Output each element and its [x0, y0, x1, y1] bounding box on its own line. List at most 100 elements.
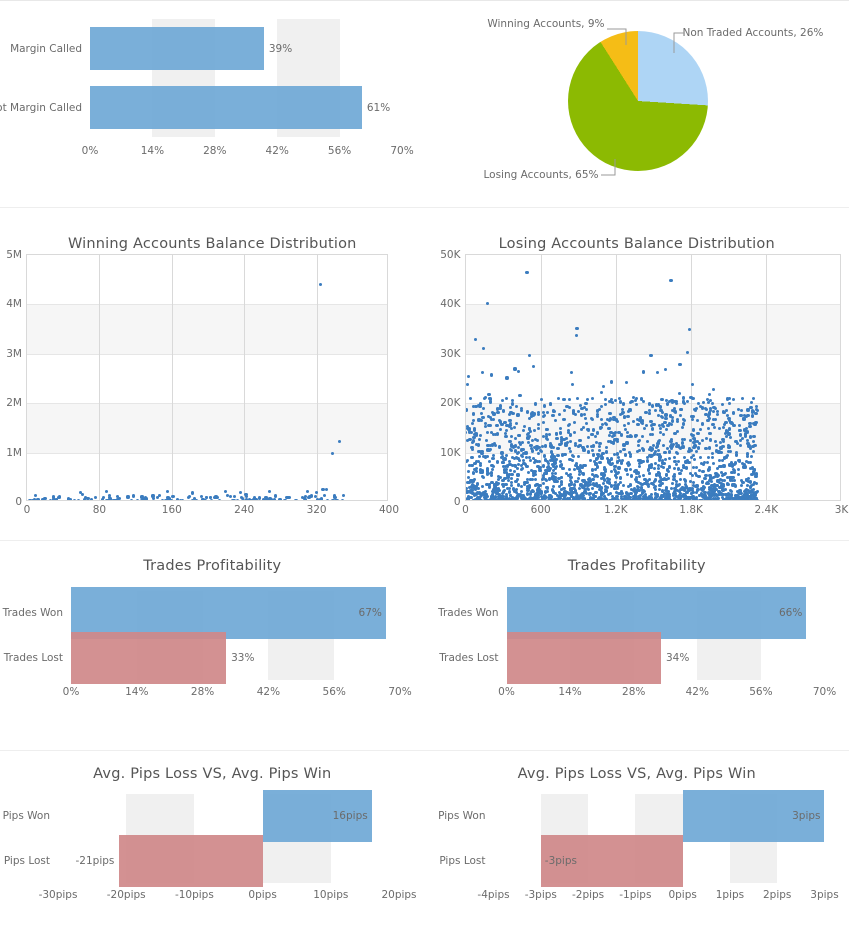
scatter-point	[591, 486, 595, 490]
scatter-point	[519, 463, 523, 467]
scatter-point	[658, 404, 662, 409]
scatter-point	[634, 478, 638, 482]
scatter-point	[58, 495, 62, 499]
scatter-point	[485, 499, 489, 500]
scatter-point	[606, 492, 611, 496]
scatter-point	[545, 468, 549, 473]
scatter-point	[188, 495, 192, 499]
bar-trades-lost[interactable]	[71, 631, 227, 684]
scatter-point	[520, 454, 524, 458]
scatter-point	[643, 482, 647, 486]
scatter-point	[496, 477, 500, 482]
scatter-point	[151, 494, 155, 498]
scatter-point	[733, 470, 737, 475]
scatter-point	[646, 459, 650, 463]
scatter-point	[748, 422, 752, 426]
scatter-point	[257, 495, 261, 499]
scatter-point	[730, 421, 734, 425]
scatter-point	[609, 456, 613, 461]
scatter-point	[586, 499, 590, 500]
scatter-point	[700, 406, 705, 411]
x-axis-tick: 42%	[256, 686, 281, 698]
panel-pips-right: Avg. Pips Loss VS, Avg. Pips Win 3pips Pi…	[425, 751, 849, 951]
scatter-point	[685, 351, 689, 355]
scatter-point	[643, 477, 647, 481]
scatter-point	[595, 465, 599, 469]
scatter-point	[598, 460, 602, 464]
scatter-point	[594, 457, 598, 461]
scatter-point	[470, 456, 474, 460]
scatter-point	[707, 455, 711, 459]
bar-pips-lost[interactable]	[119, 834, 263, 887]
pips-left-title: Avg. Pips Loss VS, Avg. Pips Win	[93, 766, 332, 782]
trades-profitability-left-chart: 67% Trades Won 33% Trades Lost 0% 14% 28% 42% 56…	[3, 587, 412, 706]
scatter-point	[238, 490, 243, 494]
scatter-point	[654, 478, 658, 482]
scatter-point	[532, 364, 536, 369]
scatter-point	[522, 428, 526, 432]
scatter-point	[472, 471, 476, 475]
scatter-point	[720, 495, 724, 500]
scatter-point	[525, 488, 529, 492]
scatter-point	[633, 398, 638, 403]
y-axis-tick: 5M	[6, 249, 22, 261]
scatter-point	[497, 446, 501, 450]
x-axis-tick: 0%	[62, 686, 80, 698]
pie-leader-losing	[600, 157, 620, 181]
scatter-point	[598, 441, 602, 445]
scatter-point	[599, 391, 603, 395]
scatter-point	[676, 459, 680, 464]
scatter-point	[473, 499, 477, 500]
x-axis-tick: 14%	[125, 686, 149, 698]
scatter-point	[716, 479, 720, 483]
scatter-point	[588, 458, 592, 462]
scatter-point	[268, 489, 272, 493]
scatter-point	[545, 427, 549, 432]
scatter-point	[666, 423, 671, 427]
scatter-point	[559, 475, 563, 479]
scatter-point	[713, 425, 717, 430]
bar-margin-called[interactable]	[90, 27, 264, 70]
scatter-point	[609, 430, 613, 435]
scatter-point	[473, 478, 477, 482]
scatter-point	[470, 440, 474, 445]
scatter-point	[474, 431, 478, 435]
bar-not-margin-called[interactable]	[90, 86, 362, 129]
scatter-point	[568, 450, 573, 454]
x-axis-tick: 2pips	[763, 889, 792, 901]
panel-trades-profitability-right: Trades Profitability 66% Trades Won 34% Tra…	[425, 541, 849, 750]
scatter-point	[509, 434, 514, 438]
avg-pips-right-chart: 3pips Pips Won -3pips Pips Lost -4pips -3pips…	[438, 790, 839, 909]
scatter-point	[613, 399, 617, 403]
x-axis-tick: 0pips	[668, 889, 697, 901]
scatter-point	[752, 434, 756, 438]
scatter-point	[558, 431, 563, 435]
scatter-point	[672, 456, 676, 460]
scatter-point	[750, 496, 754, 500]
dashboard-row-4: Avg. Pips Loss VS, Avg. Pips Win 16pips P…	[0, 750, 849, 951]
scatter-point	[473, 337, 478, 342]
scatter-point	[535, 497, 539, 500]
scatter-point	[516, 451, 520, 456]
scatter-point	[667, 450, 672, 454]
bar-trades-lost[interactable]	[506, 631, 661, 684]
x-axis-tick: -20pips	[106, 889, 146, 901]
scatter-point	[651, 482, 655, 486]
scatter-point	[618, 400, 622, 404]
scatter-point	[641, 473, 646, 478]
scatter-point	[624, 453, 628, 457]
scatter-point	[505, 376, 509, 380]
scatter-point	[488, 400, 492, 404]
category-label: Not Margin Called	[0, 101, 82, 114]
scatter-point	[573, 484, 577, 488]
scatter-point	[525, 270, 529, 274]
scatter-point	[743, 489, 747, 493]
scatter-point	[711, 461, 715, 465]
scatter-point	[516, 473, 520, 477]
scatter-point	[509, 468, 513, 473]
scatter-point	[668, 414, 672, 418]
scatter-point	[584, 421, 588, 425]
scatter-point	[695, 449, 699, 453]
scatter-point	[322, 494, 327, 498]
scatter-point	[572, 468, 576, 472]
